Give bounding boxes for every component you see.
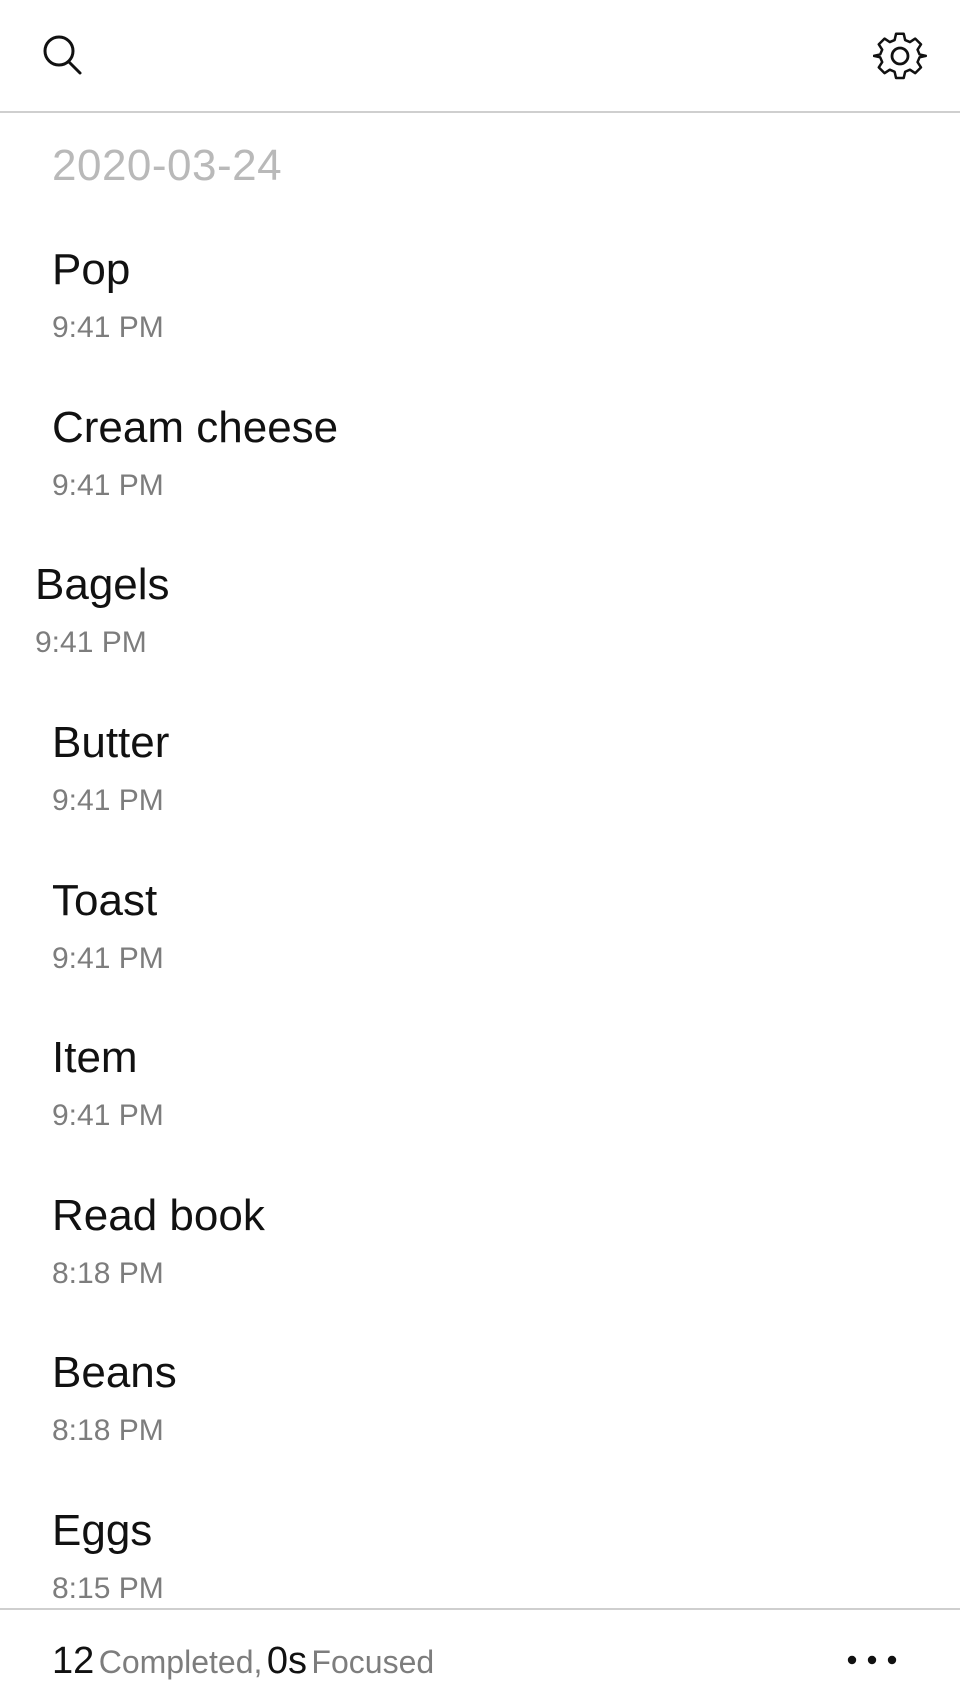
list-item[interactable]: Butter 9:41 PM [52,718,912,868]
focused-value: 0s [266,1640,307,1682]
item-time: 9:41 PM [52,1099,164,1132]
date-header: 2020-03-24 [52,141,283,190]
more-options-button[interactable] [840,1636,904,1684]
settings-button[interactable] [868,24,932,88]
item-time: 8:18 PM [52,1414,164,1447]
gear-icon [873,32,927,80]
summary-footer: 12 Completed, 0s Focused [0,1608,960,1708]
item-title: Pop [52,245,131,294]
task-list: 2020-03-24 Pop 9:41 PM Cream cheese 9:41… [0,113,960,1608]
item-time: 9:41 PM [52,469,164,502]
focused-label: Focused [311,1644,435,1680]
search-button[interactable] [32,24,96,88]
list-item[interactable]: Read book 8:18 PM [52,1191,912,1341]
list-item[interactable]: Item 9:41 PM [52,1033,912,1183]
item-title: Toast [52,876,158,925]
item-time: 9:41 PM [52,784,164,817]
completed-label: Completed, [98,1644,263,1680]
list-item[interactable]: Bagels 9:41 PM [35,560,895,710]
item-title: Item [52,1033,138,1082]
item-title: Cream cheese [52,403,339,452]
item-title: Read book [52,1191,265,1240]
item-title: Eggs [52,1506,153,1555]
search-icon [43,35,82,75]
more-dots-icon [847,1655,897,1665]
list-item[interactable]: Beans 8:18 PM [52,1348,912,1498]
item-title: Butter [52,718,170,767]
item-time: 8:15 PM [52,1572,164,1605]
list-item[interactable]: Cream cheese 9:41 PM [52,403,912,553]
item-time: 9:41 PM [52,942,164,975]
summary-text: 12 Completed, 0s Focused [52,1640,434,1683]
completed-count: 12 [52,1640,95,1682]
item-time: 9:41 PM [35,626,147,659]
list-item[interactable]: Pop 9:41 PM [52,245,912,395]
list-item[interactable]: Toast 9:41 PM [52,876,912,1026]
item-title: Beans [52,1348,177,1397]
top-toolbar [0,0,960,113]
list-item[interactable]: Eggs 8:15 PM [52,1506,912,1608]
item-time: 8:18 PM [52,1257,164,1290]
item-time: 9:41 PM [52,311,164,344]
item-title: Bagels [35,560,170,609]
